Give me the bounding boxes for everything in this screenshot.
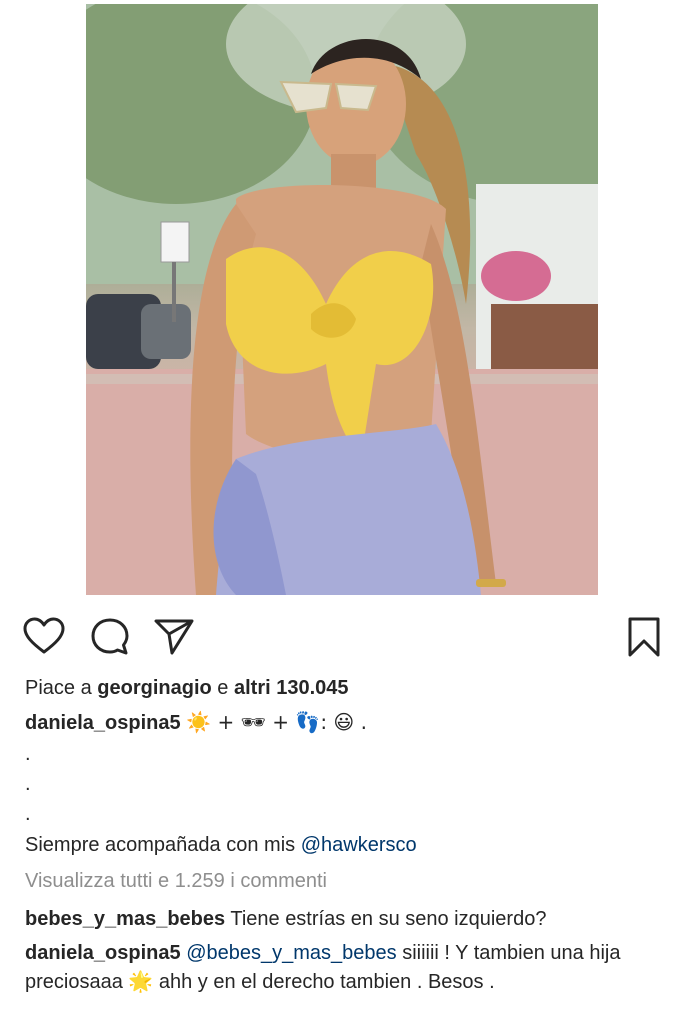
share-icon[interactable] <box>152 615 196 659</box>
caption-username-link[interactable]: daniela_ospina5 <box>25 712 181 734</box>
post-photo[interactable] <box>86 4 598 595</box>
comment-mention-link[interactable]: @bebes_y_mas_bebes <box>186 942 396 964</box>
caption-text: Siempre acompañada con mis <box>25 834 296 856</box>
photo-illustration <box>86 4 598 595</box>
view-all-comments-link[interactable]: Visualizza tutti e 1.259 i commenti <box>25 865 665 897</box>
post-details: Piace a georginagio e altri 130.045 dani… <box>25 672 665 996</box>
comment-username-link[interactable]: daniela_ospina5 <box>25 942 181 964</box>
post-action-bar <box>0 605 683 665</box>
likes-others-link[interactable]: altri 130.045 <box>234 677 349 699</box>
caption-mention-link[interactable]: @hawkersco <box>301 834 417 856</box>
caption-text-line: Siempre acompañada con mis @hawkersco <box>25 829 665 861</box>
comment-item: bebes_y_mas_bebes Tiene estrías en su se… <box>25 903 665 935</box>
comment-text-continued: ahh y en el derecho tambien . Besos . <box>158 971 495 993</box>
likes-prefix: Piace a <box>25 677 92 699</box>
caption-dot-3: . <box>25 803 31 825</box>
likes-join: e <box>217 677 229 699</box>
comment-star-emoji: 🌟 <box>128 969 154 993</box>
liked-by-user-link[interactable]: georginagio <box>97 677 211 699</box>
caption-dot-1: . <box>25 743 31 765</box>
likes-summary: Piace a georginagio e altri 130.045 <box>25 672 665 706</box>
caption: daniela_ospina5 ☀️ + 🕶 + 👣: 😃 . <box>25 706 665 739</box>
caption-emoji-line: ☀️ + 🕶 + 👣: 😃 . <box>186 710 367 734</box>
caption-dot-2: . <box>25 773 31 795</box>
bookmark-icon[interactable] <box>622 615 666 659</box>
heart-icon[interactable] <box>22 615 66 659</box>
comment-item: daniela_ospina5 @bebes_y_mas_bebes siiii… <box>25 939 665 996</box>
comment-text: Tiene estrías en su seno izquierdo? <box>230 908 547 930</box>
comment-icon[interactable] <box>88 615 132 659</box>
comment-username-link[interactable]: bebes_y_mas_bebes <box>25 908 225 930</box>
